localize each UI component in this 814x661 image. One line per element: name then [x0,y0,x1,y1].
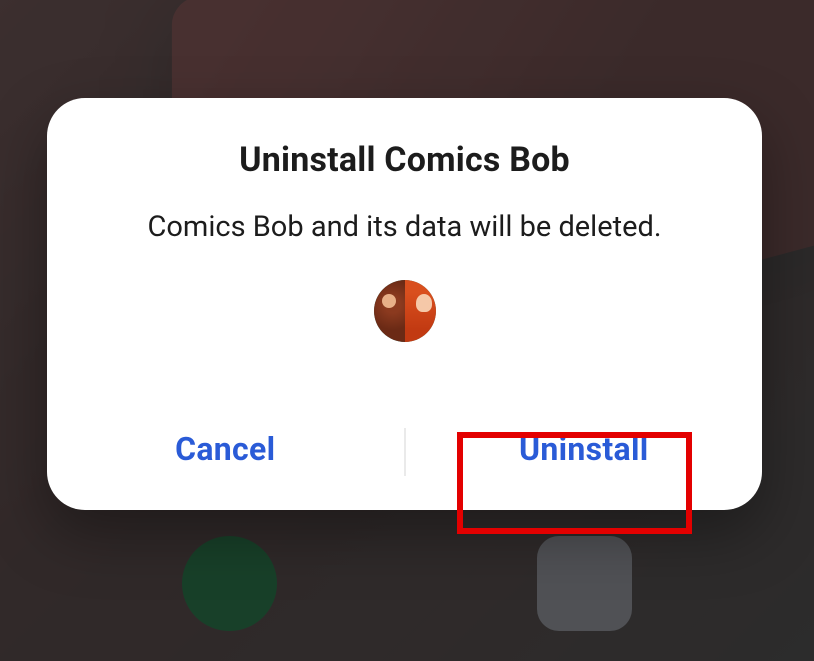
dialog-title: Uninstall Comics Bob [239,140,570,180]
app-icon [374,280,436,342]
uninstall-button[interactable]: Uninstall [406,394,763,510]
dialog-message: Comics Bob and its data will be deleted. [118,210,692,244]
cancel-button[interactable]: Cancel [47,394,404,510]
dialog-button-row: Cancel Uninstall [47,394,762,510]
uninstall-dialog: Uninstall Comics Bob Comics Bob and its … [47,98,762,510]
